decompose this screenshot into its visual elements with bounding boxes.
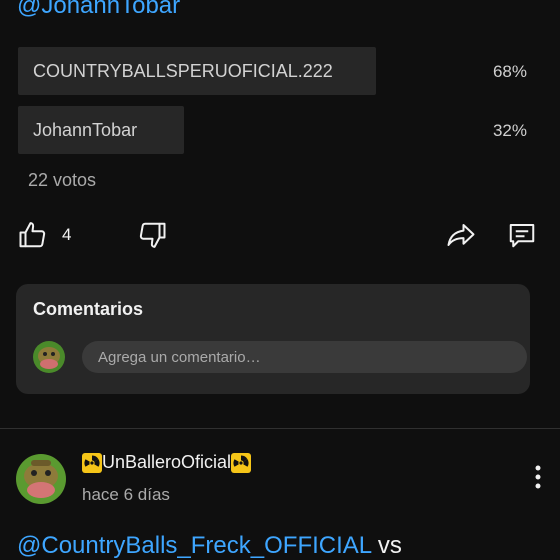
poll-option-1[interactable]: COUNTRYBALLSPERUOFICIAL.222 <box>18 47 376 95</box>
author-name[interactable]: UnBalleroOficial <box>82 452 252 473</box>
author-avatar[interactable] <box>16 454 66 504</box>
vote-count: 22 votos <box>28 170 97 190</box>
poll-option-percent: 32% <box>492 121 527 140</box>
divider <box>0 428 560 429</box>
poll-option-2[interactable]: JohannTobar <box>18 106 184 154</box>
author-name-text: UnBalleroOficial <box>102 452 232 472</box>
thumb-down-icon <box>139 222 166 248</box>
comments-section[interactable]: Comentarios Agrega un comentario… <box>16 284 530 394</box>
post-text: @CountryBalls_Freck_OFFICIAL vs <box>17 532 402 560</box>
radioactive-icon <box>82 452 102 473</box>
poll-option-percent: 68% <box>492 62 527 81</box>
more-options-icon[interactable] <box>526 462 550 492</box>
like-count: 4 <box>62 225 72 244</box>
avatar <box>33 341 65 373</box>
radioactive-icon <box>231 452 252 473</box>
comments-title: Comentarios <box>33 299 144 319</box>
poll-option-label: JohannTobar <box>33 119 138 140</box>
share-icon <box>447 224 475 246</box>
post-time: hace 6 días <box>82 485 170 504</box>
dislike-button[interactable] <box>137 220 167 250</box>
thumb-up-icon <box>19 222 46 248</box>
comment-input[interactable]: Agrega un comentario… <box>82 341 527 373</box>
post-mention[interactable]: @CountryBalls_Freck_OFFICIAL <box>17 532 371 559</box>
poll-option-label: COUNTRYBALLSPERUOFICIAL.222 <box>33 60 333 81</box>
share-button[interactable] <box>446 220 476 250</box>
poll-title-mention[interactable]: @JohannTobar <box>17 0 180 20</box>
comment-button[interactable] <box>506 220 538 250</box>
post-text-rest: vs <box>371 532 402 559</box>
comment-icon <box>509 224 535 248</box>
like-button[interactable]: 4 <box>18 220 71 250</box>
